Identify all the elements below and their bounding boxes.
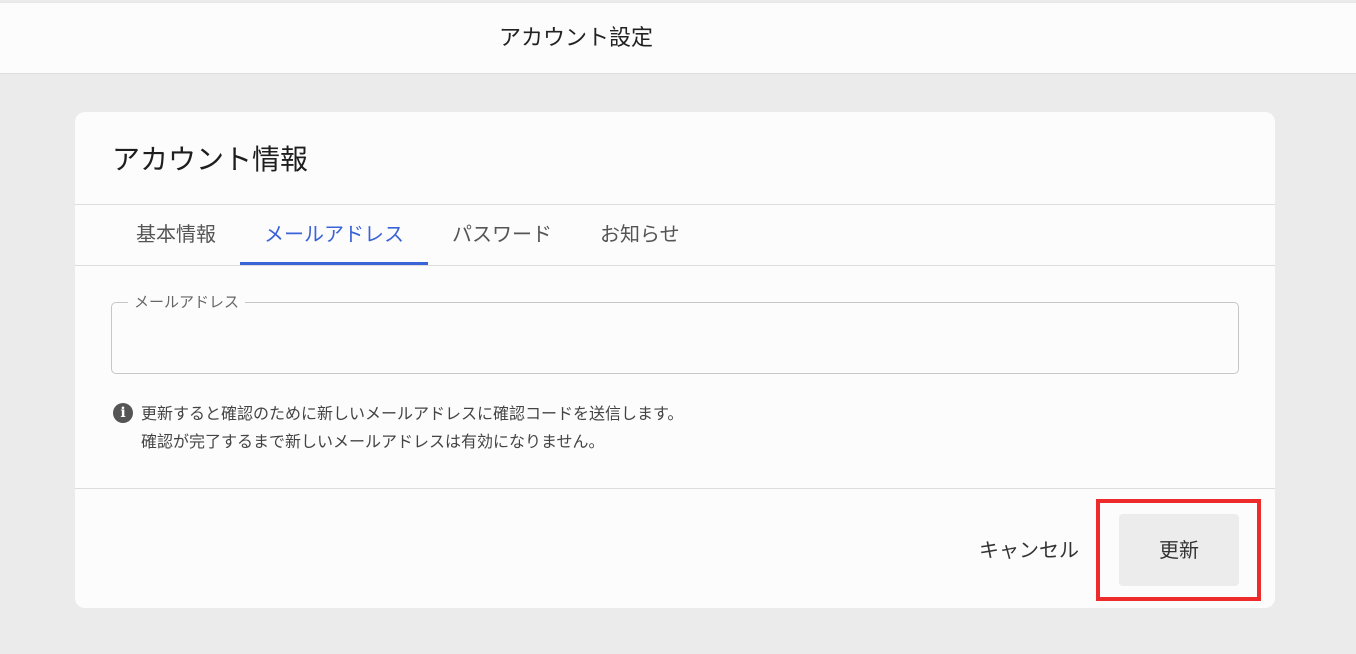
account-info-card: アカウント情報 基本情報 メールアドレス パスワード お知らせ メールアドレス …	[75, 112, 1275, 608]
cancel-button[interactable]: キャンセル	[979, 537, 1079, 563]
email-field-label: メールアドレス	[128, 292, 246, 312]
update-button[interactable]: 更新	[1119, 514, 1239, 586]
email-input[interactable]	[128, 323, 1222, 357]
page-title: アカウント設定	[498, 26, 653, 51]
app-header: アカウント設定	[0, 2, 1356, 74]
tabs-divider	[75, 265, 1275, 266]
info-note: i 更新すると確認のために新しいメールアドレスに確認コードを送信します。 確認が…	[113, 400, 683, 456]
tab-email-address[interactable]: メールアドレス	[240, 205, 428, 265]
info-text: 更新すると確認のために新しいメールアドレスに確認コードを送信します。 確認が完了…	[141, 400, 683, 456]
tab-notifications[interactable]: お知らせ	[576, 205, 704, 265]
tab-password[interactable]: パスワード	[428, 205, 576, 265]
info-line-2: 確認が完了するまで新しいメールアドレスは有効になりません。	[141, 432, 605, 451]
info-icon: i	[113, 403, 133, 423]
info-line-1: 更新すると確認のために新しいメールアドレスに確認コードを送信します。	[141, 404, 684, 423]
email-field[interactable]: メールアドレス	[111, 292, 1239, 374]
tab-basic-info[interactable]: 基本情報	[112, 205, 240, 265]
action-bar: キャンセル 更新	[75, 489, 1275, 608]
tab-bar: 基本情報 メールアドレス パスワード お知らせ	[112, 205, 704, 265]
card-title: アカウント情報	[112, 143, 309, 176]
